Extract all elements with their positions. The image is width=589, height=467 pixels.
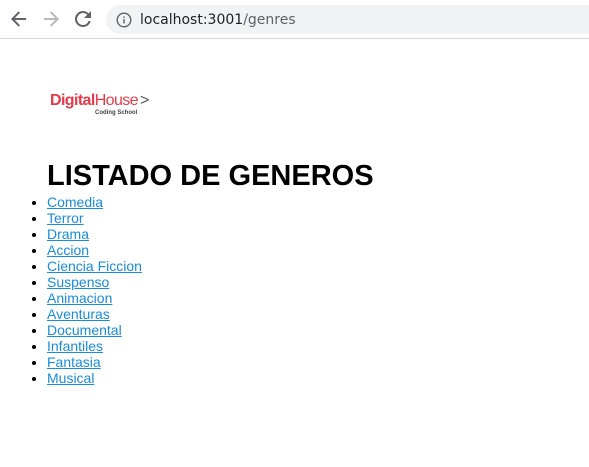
back-button[interactable] (8, 8, 30, 30)
list-item: Comedia (47, 194, 142, 210)
list-item: Documental (47, 322, 142, 338)
browser-toolbar: localhost:3001/genres (0, 0, 589, 39)
list-item: Fantasia (47, 354, 142, 370)
genre-link[interactable]: Terror (47, 210, 84, 226)
genre-link[interactable]: Accion (47, 242, 89, 258)
list-item: Animacion (47, 290, 142, 306)
genre-link[interactable]: Ciencia Ficcion (47, 258, 142, 274)
genre-link[interactable]: Fantasia (47, 354, 101, 370)
page-title: LISTADO DE GENEROS (47, 160, 374, 192)
genre-link[interactable]: Drama (47, 226, 89, 242)
info-icon[interactable] (116, 11, 132, 28)
list-item: Aventuras (47, 306, 142, 322)
url-text: localhost:3001/genres (140, 12, 296, 28)
genre-link[interactable]: Suspenso (47, 274, 109, 290)
genre-link[interactable]: Musical (47, 370, 94, 386)
logo-wordmark: DigitalHouse > (50, 92, 149, 110)
reload-icon (75, 11, 91, 27)
arrow-right-icon (44, 11, 59, 27)
digitalhouse-logo: DigitalHouse > Coding School (50, 92, 160, 122)
genre-link[interactable]: Infantiles (47, 338, 103, 354)
url-host: localhost:3001 (140, 11, 244, 28)
forward-button[interactable] (40, 8, 62, 30)
list-item: Terror (47, 210, 142, 226)
logo-name-part2: House (94, 92, 139, 109)
list-item: Musical (47, 370, 142, 386)
list-item: Suspenso (47, 274, 142, 290)
genre-link[interactable]: Documental (47, 322, 122, 338)
list-item: Infantiles (47, 338, 142, 354)
reload-button[interactable] (72, 8, 94, 30)
genre-link[interactable]: Aventuras (47, 306, 110, 322)
genre-link[interactable]: Animacion (47, 290, 112, 306)
logo-name-part1: Digital (50, 92, 95, 109)
arrow-left-icon (11, 11, 26, 27)
address-bar[interactable]: localhost:3001/genres (106, 5, 589, 34)
url-path: /genres (243, 11, 296, 28)
list-item: Accion (47, 242, 142, 258)
list-item: Ciencia Ficcion (47, 258, 142, 274)
genre-link[interactable]: Comedia (47, 194, 103, 210)
logo-tagline: Coding School (95, 110, 138, 116)
logo-chevron: > (139, 92, 149, 109)
genre-list: Comedia Terror Drama Accion Ciencia Ficc… (0, 194, 142, 386)
list-item: Drama (47, 226, 142, 242)
